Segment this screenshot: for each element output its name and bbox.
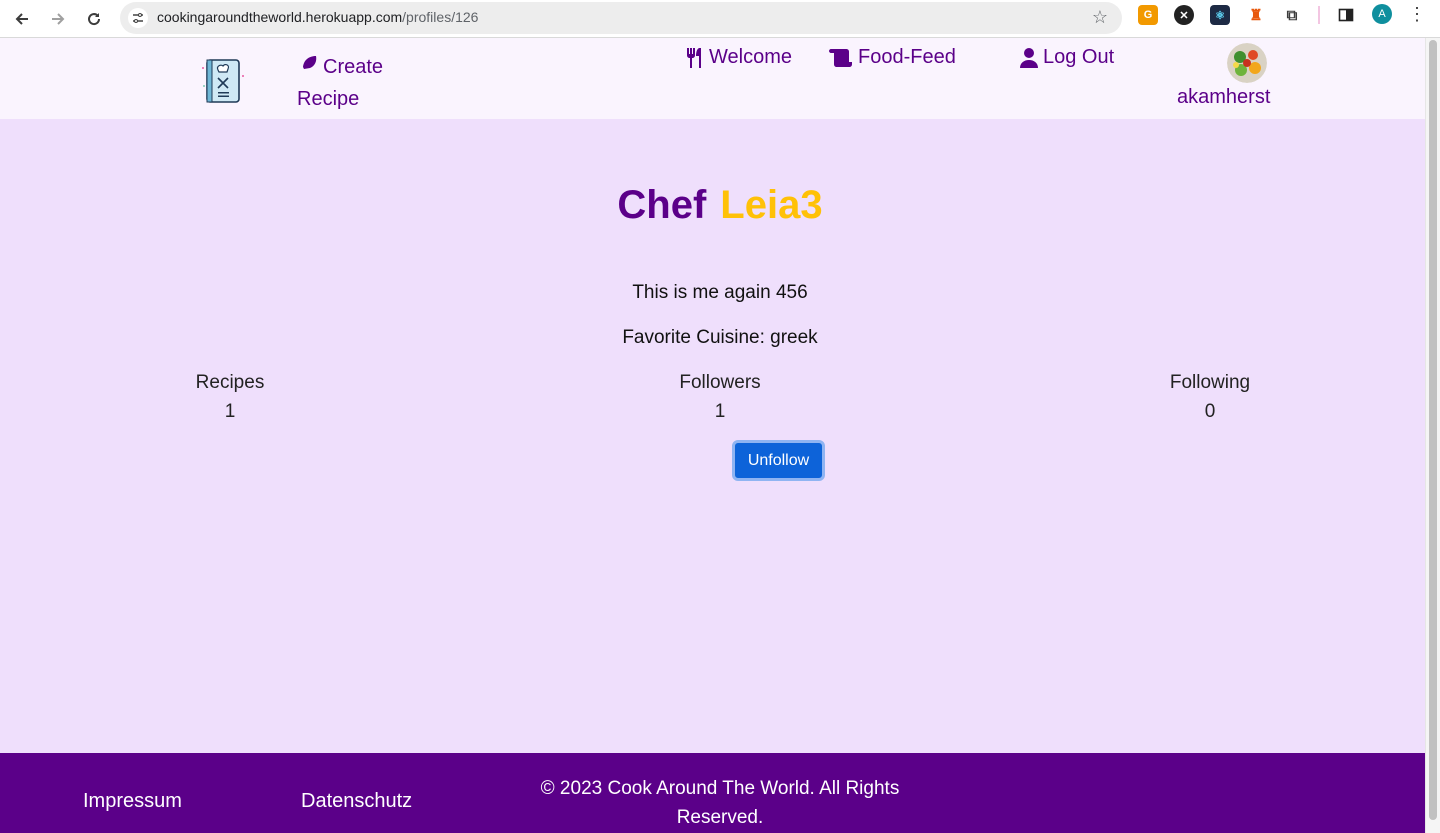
stat-label: Followers: [679, 372, 761, 393]
footer-datenschutz-link[interactable]: Datenschutz: [301, 790, 412, 813]
footer-impressum-link[interactable]: Impressum: [83, 790, 182, 813]
create-recipe-label: Create Recipe: [297, 56, 384, 110]
profile-main: Chef Leia3 This is me again 456 Favorite …: [0, 119, 1425, 753]
extension-g-icon[interactable]: G: [1138, 5, 1158, 25]
site-navbar: Create Recipe Welcome Food-Feed Log Out …: [0, 38, 1425, 119]
browser-toolbar: cookingaroundtheworld.herokuapp.com/prof…: [0, 0, 1440, 38]
logout-label: Log Out: [1043, 46, 1115, 68]
address-bar[interactable]: cookingaroundtheworld.herokuapp.com/prof…: [120, 2, 1122, 34]
site-logo-icon[interactable]: [200, 56, 246, 106]
stat-value: 1: [714, 401, 726, 422]
site-footer: Impressum Datenschutz © 2023 Cook Around…: [0, 753, 1425, 833]
nav-logout-link[interactable]: Log Out: [1019, 46, 1114, 69]
stat-label: Recipes: [195, 372, 265, 393]
nav-create-recipe-link[interactable]: Create Recipe: [297, 51, 407, 115]
site-settings-icon[interactable]: [128, 8, 148, 28]
user-icon: [1020, 48, 1038, 68]
utensils-icon: [687, 48, 701, 68]
url-text: cookingaroundtheworld.herokuapp.com/prof…: [157, 9, 479, 25]
browser-profile-avatar[interactable]: A: [1372, 4, 1392, 24]
stat-following: Following 0: [1130, 372, 1290, 423]
welcome-label: Welcome: [709, 46, 792, 68]
stat-label: Following: [1169, 372, 1251, 393]
side-panel-icon[interactable]: [1336, 5, 1356, 25]
stat-value: 0: [1204, 401, 1216, 422]
username-label[interactable]: akamherst: [1177, 86, 1270, 109]
nav-welcome-link[interactable]: Welcome: [685, 46, 792, 69]
reload-icon[interactable]: [79, 4, 109, 34]
browser-menu-icon[interactable]: ⋮: [1408, 4, 1426, 25]
footer-copyright: © 2023 Cook Around The World. All Rights…: [540, 778, 900, 828]
feather-icon: [299, 56, 317, 74]
stat-value: 1: [224, 401, 236, 422]
page-title: Chef Leia3: [0, 183, 1440, 228]
extension-figure-icon[interactable]: ♜: [1246, 5, 1266, 25]
food-feed-label: Food-Feed: [858, 46, 956, 68]
back-icon[interactable]: [7, 4, 37, 34]
title-prefix: Chef: [617, 183, 707, 227]
stat-followers: Followers 1: [640, 372, 800, 423]
react-devtools-icon[interactable]: ⚛: [1210, 5, 1230, 25]
extensions-puzzle-icon[interactable]: ⧉: [1282, 5, 1302, 25]
toolbar-separator: [1318, 6, 1320, 24]
stat-recipes: Recipes 1: [150, 372, 310, 423]
scrollbar-thumb[interactable]: [1429, 40, 1437, 820]
nav-food-feed-link[interactable]: Food-Feed: [828, 46, 956, 69]
extension-x-icon[interactable]: ✕: [1174, 5, 1194, 25]
user-avatar[interactable]: [1227, 43, 1267, 83]
chef-name: Leia3: [720, 183, 823, 227]
page-scrollbar[interactable]: [1425, 38, 1440, 833]
bookmark-star-icon[interactable]: ☆: [1092, 7, 1108, 28]
profile-bio: This is me again 456: [632, 282, 808, 303]
favorite-cuisine: Favorite Cuisine: greek: [622, 327, 818, 348]
unfollow-button[interactable]: Unfollow: [732, 440, 825, 481]
scroll-icon: [829, 49, 852, 67]
forward-icon[interactable]: [43, 4, 73, 34]
